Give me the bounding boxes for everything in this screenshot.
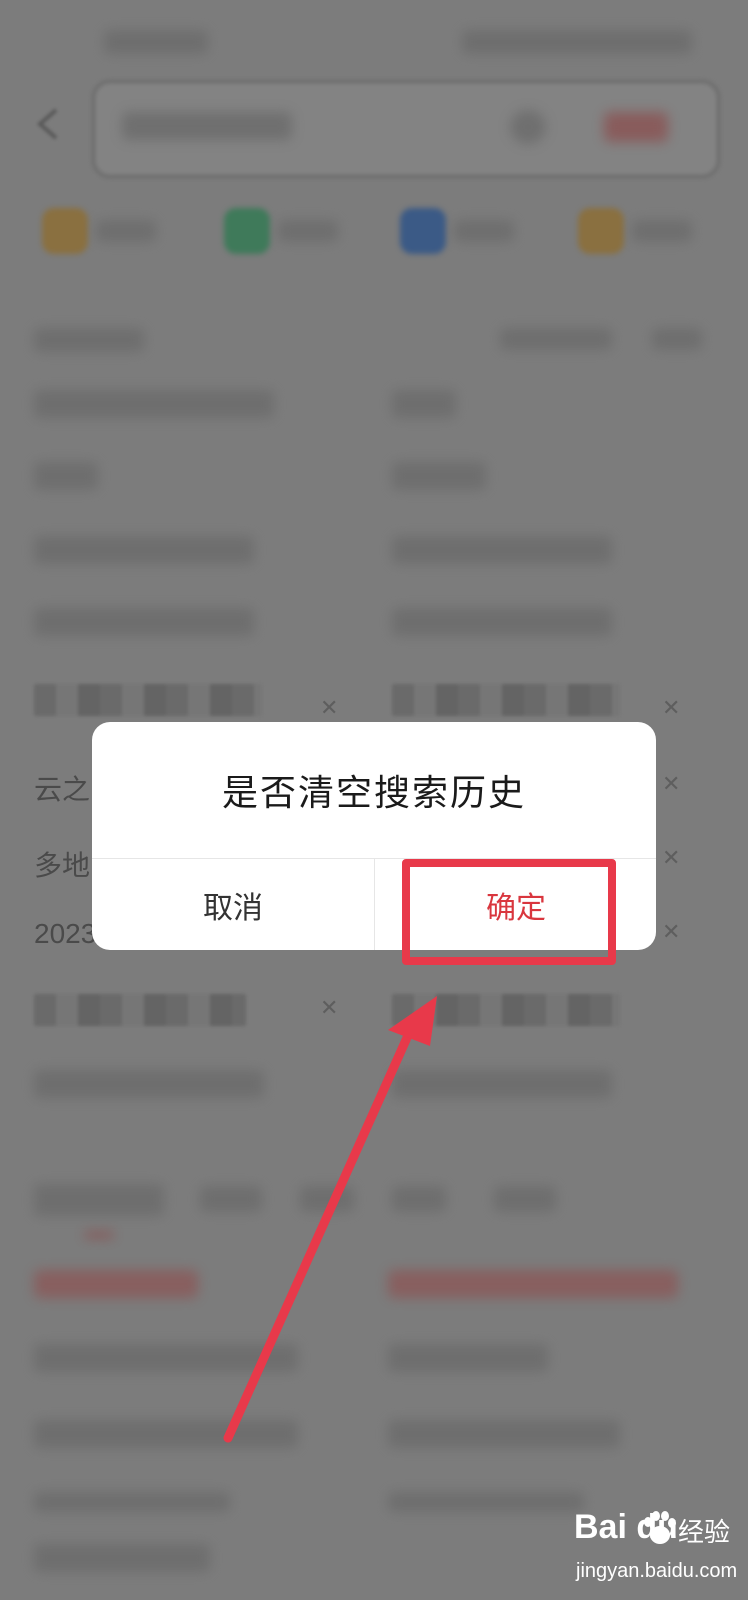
close-icon[interactable]: ✕ bbox=[662, 848, 680, 870]
tab[interactable] bbox=[200, 1186, 262, 1212]
close-icon[interactable]: ✕ bbox=[662, 922, 680, 944]
pixelated-item[interactable] bbox=[34, 994, 246, 1026]
list-item-text: 云之 bbox=[34, 774, 91, 805]
hot-item[interactable] bbox=[34, 1492, 230, 1512]
list-item-text: 多地 bbox=[34, 850, 91, 881]
quick-entry-icon[interactable] bbox=[578, 208, 624, 254]
pixelated-item[interactable] bbox=[392, 994, 620, 1026]
tab[interactable] bbox=[300, 1186, 354, 1212]
tab[interactable] bbox=[494, 1186, 556, 1212]
close-icon[interactable]: ✕ bbox=[320, 998, 338, 1020]
close-icon[interactable]: ✕ bbox=[662, 698, 680, 720]
close-icon[interactable]: ✕ bbox=[320, 698, 338, 720]
hot-item[interactable] bbox=[34, 1270, 198, 1298]
pixelated-item[interactable] bbox=[34, 684, 262, 716]
list-item-text: 2023 bbox=[34, 918, 97, 949]
back-chevron-icon[interactable] bbox=[28, 104, 68, 144]
camera-icon[interactable] bbox=[510, 110, 546, 144]
hot-item[interactable] bbox=[34, 1344, 298, 1372]
list-item[interactable] bbox=[392, 608, 612, 636]
list-item[interactable] bbox=[34, 390, 274, 418]
status-bar bbox=[0, 0, 748, 80]
search-placeholder-blur bbox=[122, 112, 292, 140]
baidu-jingyan-watermark: Bai du 经验 jingyan.baidu.com bbox=[574, 1508, 738, 1590]
hot-item[interactable] bbox=[388, 1270, 678, 1298]
list-item[interactable] bbox=[392, 1070, 612, 1098]
list-item[interactable] bbox=[392, 390, 456, 418]
hot-item[interactable] bbox=[388, 1344, 548, 1372]
search-button[interactable] bbox=[604, 112, 668, 142]
list-item[interactable] bbox=[34, 1070, 264, 1098]
hot-item[interactable] bbox=[388, 1420, 620, 1448]
tab[interactable] bbox=[392, 1186, 446, 1212]
close-icon[interactable]: ✕ bbox=[662, 774, 680, 796]
hot-item[interactable] bbox=[34, 1420, 298, 1448]
annotation-highlight-box bbox=[402, 859, 616, 965]
list-item[interactable] bbox=[34, 536, 254, 564]
tab-indicator bbox=[84, 1232, 114, 1238]
dialog-title: 是否清空搜索历史 bbox=[221, 773, 526, 814]
quick-entry-icon[interactable] bbox=[224, 208, 270, 254]
hot-item[interactable] bbox=[388, 1492, 584, 1512]
pixelated-item[interactable] bbox=[392, 684, 620, 716]
history-action[interactable] bbox=[500, 328, 612, 350]
list-item[interactable] bbox=[34, 462, 98, 490]
list-item[interactable] bbox=[34, 608, 254, 636]
tab-active[interactable] bbox=[34, 1184, 164, 1216]
watermark-url: jingyan.baidu.com bbox=[576, 1560, 738, 1582]
history-header bbox=[34, 328, 144, 352]
hot-item[interactable] bbox=[34, 1544, 210, 1572]
quick-entry-icon[interactable] bbox=[42, 208, 88, 254]
cancel-button[interactable]: 取消 bbox=[92, 859, 374, 950]
history-action[interactable] bbox=[652, 328, 702, 350]
list-item[interactable] bbox=[392, 536, 612, 564]
baidu-paw-icon bbox=[644, 1511, 676, 1544]
watermark-cn-text: 经验 bbox=[678, 1518, 731, 1548]
list-item[interactable] bbox=[392, 462, 486, 490]
quick-entry-icon[interactable] bbox=[400, 208, 446, 254]
